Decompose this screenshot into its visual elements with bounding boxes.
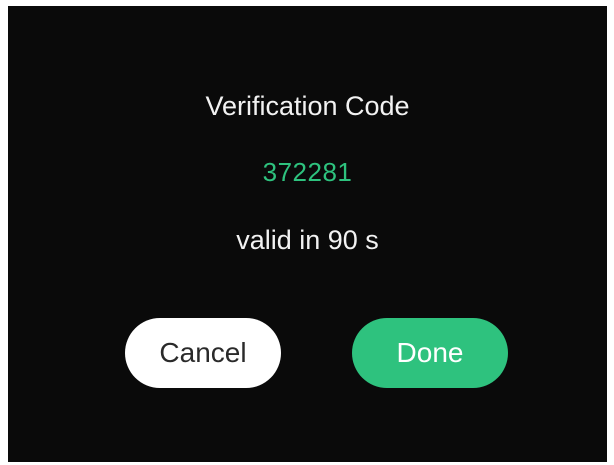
- dialog-title: Verification Code: [205, 91, 410, 121]
- cancel-button[interactable]: Cancel: [125, 318, 281, 388]
- verification-dialog: Verification Code 372281 valid in 90 s C…: [8, 6, 607, 462]
- verification-code: 372281: [262, 157, 353, 187]
- code-validity-text: valid in 90 s: [236, 225, 379, 255]
- done-button[interactable]: Done: [352, 318, 508, 388]
